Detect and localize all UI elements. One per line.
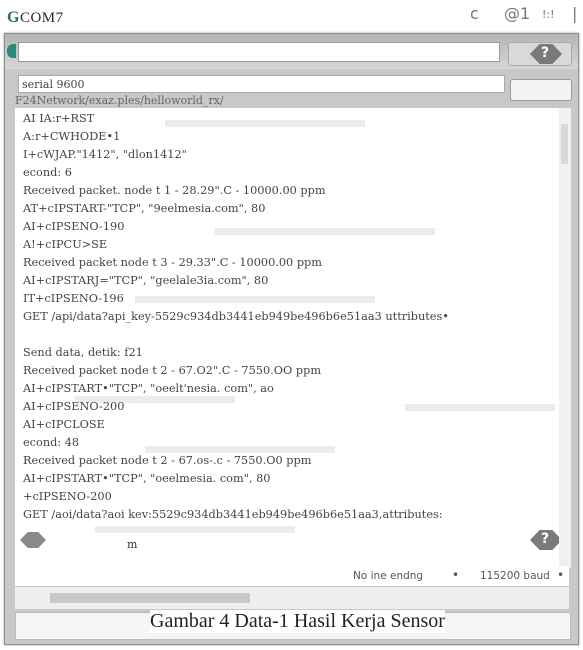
log-line: AI+cIPSENO-190	[23, 220, 125, 233]
vertical-scrollbar[interactable]	[559, 108, 571, 568]
log-line: +cIPSENO-200	[23, 490, 112, 503]
log-line: Received packet node t 3 - 29.33".C - 10…	[23, 256, 323, 269]
app-title: GCOM7	[7, 9, 64, 27]
status-bar: No ine endng • 115200 baud •	[15, 566, 569, 586]
dropdown-bullet-icon: •	[557, 568, 565, 582]
line-ending-select[interactable]: No ine endng	[353, 570, 423, 582]
serial-monitor-window: ? serial 9600 F24Network/exaz.ples/hello…	[4, 33, 579, 645]
window-control-2[interactable]: @1	[504, 4, 530, 23]
log-line: AI+cIPSTART•"TCP", "oeelmesia. com", 80	[23, 472, 271, 485]
window-control-3[interactable]: !:!	[542, 8, 555, 21]
app-title-initial: G	[7, 9, 20, 26]
faded-text	[135, 296, 375, 303]
dropdown-bullet-icon: •	[452, 568, 460, 582]
log-line: GET /api/data?api_key-5529c934db3441eb94…	[23, 310, 449, 323]
accent-marker	[7, 44, 16, 58]
log-line: AI+cIPCLOSE	[23, 418, 105, 431]
side-button[interactable]	[510, 79, 572, 101]
help-glyph: ?	[541, 45, 550, 61]
sketch-path: F24Network/exaz.ples/helloworld_rx/	[15, 94, 224, 107]
vertical-scroll-thumb[interactable]	[561, 124, 568, 164]
faded-text	[95, 526, 295, 533]
faded-text	[145, 446, 335, 453]
app-title-rest: COM7	[19, 10, 64, 26]
log-line: A:r+CWHODE•1	[23, 130, 121, 143]
faded-text	[215, 228, 435, 235]
log-line: AI+cIPSTART•"TCP", "oeelt'nesia. com", a…	[23, 382, 274, 395]
log-line: econd: 6	[23, 166, 72, 179]
log-line: GET /aoi/data?aoi kev:5529c934db3441eb94…	[23, 508, 443, 521]
toolbar: ?	[5, 34, 578, 69]
log-line: AI IA:r+RST	[23, 112, 95, 125]
window-control-1[interactable]: c	[470, 4, 479, 23]
log-line: IT+cIPSENO-196	[23, 292, 124, 305]
help-glyph-bottom: ?	[541, 531, 550, 547]
baud-rate-select[interactable]: 115200 baud	[480, 570, 550, 582]
title-bar: GCOM7 c @1 !:! |	[0, 0, 583, 30]
log-line: AT+cIPSTART-"TCP", "9eelmesia.com", 80	[23, 202, 266, 215]
output-area: AI IA:r+RST A:r+CWHODE•1 I+cWJAP."1412",…	[15, 108, 559, 568]
log-line: Received packet node t 2 - 67.O2".C - 75…	[23, 364, 322, 377]
log-line: AI+cIPSTARJ="TCP", "geelale3ia.com", 80	[23, 274, 269, 287]
command-input[interactable]	[18, 42, 500, 62]
log-line: Received packet node t 2 - 67.os-.c - 75…	[23, 454, 312, 467]
serial-row: serial 9600	[18, 75, 505, 93]
figure-caption: Gambar 4 Data-1 Hasil Kerja Sensor	[150, 610, 445, 633]
faded-text	[405, 404, 555, 411]
log-line: AI+cIPSENO-200	[23, 400, 125, 413]
log-line: Received packet. node t 1 - 28.29".C - 1…	[23, 184, 326, 197]
log-line: Send data, detik: f21	[23, 346, 143, 359]
window-control-4[interactable]: |	[572, 4, 577, 23]
horizontal-scrollbar[interactable]	[15, 586, 569, 609]
horizontal-scroll-thumb[interactable]	[50, 593, 250, 603]
faded-text	[165, 120, 365, 127]
log-line: I+cWJAP."1412", "dlon1412"	[23, 148, 187, 161]
stray-char: m	[127, 538, 138, 551]
log-line: A!+cIPCU>SE	[23, 238, 108, 251]
log-line: econd: 48	[23, 436, 80, 449]
